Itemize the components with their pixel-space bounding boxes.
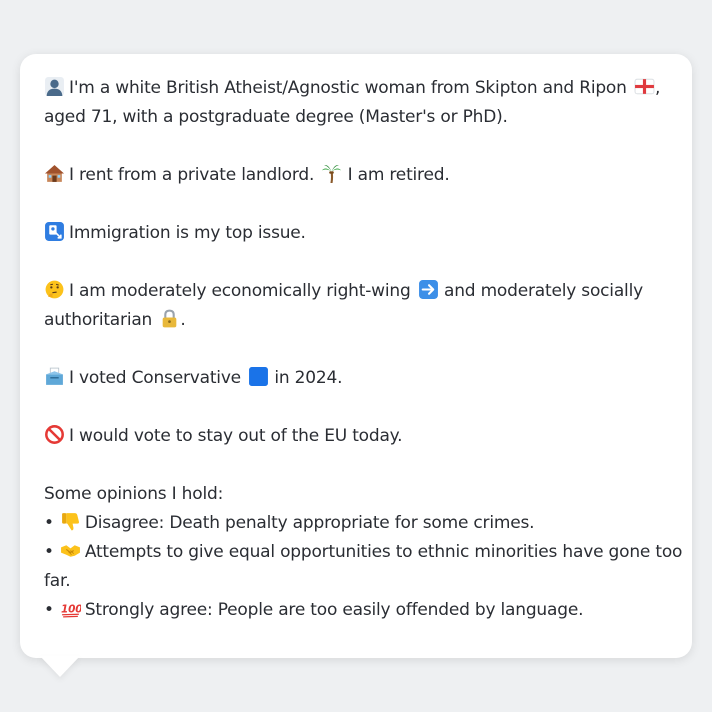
vote-text: I voted Conservative: [69, 368, 241, 388]
palm-tree-icon: [321, 163, 342, 184]
vote-paragraph: I voted Conservative in 2024.: [44, 364, 668, 393]
ideology-economic-text: I am moderately economically right-wing: [69, 281, 411, 301]
intro-line-2: aged 71, with a postgraduate degree (Mas…: [44, 107, 508, 127]
intro-line-1: I'm a white British Atheist/Agnostic wom…: [69, 78, 627, 98]
ballot-box-icon: [44, 366, 65, 387]
opinion-item: • Disagree: Death penalty appropriate fo…: [44, 509, 668, 538]
prohibited-icon: [44, 424, 65, 445]
opinions-section: Some opinions I hold: • Disagree: Death …: [44, 480, 682, 625]
ideology-social-text: and moderately socially: [443, 281, 643, 301]
intro-comma: ,: [654, 78, 661, 98]
passport-control-icon: [44, 221, 65, 242]
bubble-tail: [40, 656, 80, 677]
profile-message-bubble: I'm a white British Atheist/Agnostic wom…: [20, 54, 692, 658]
opinion-item: • Attempts to give equal opportunities t…: [44, 538, 682, 596]
opinion-text: Attempts to give equal opportunities to …: [84, 542, 683, 562]
housing-paragraph: I rent from a private landlord. I am ret…: [44, 161, 668, 190]
thinking-face-icon: [44, 279, 65, 300]
vote-year-text: in 2024.: [274, 368, 343, 388]
ideology-paragraph: I am moderately economically right-wing …: [44, 277, 668, 335]
hundred-points-icon: 100: [60, 598, 81, 619]
eu-text: I would vote to stay out of the EU today…: [69, 426, 403, 446]
thumbs-down-icon: [60, 511, 81, 532]
top-issue-paragraph: Immigration is my top issue.: [44, 219, 668, 248]
opinion-text-continued: far.: [44, 571, 71, 591]
bullet: •: [44, 600, 54, 620]
bullet: •: [44, 542, 54, 562]
intro-paragraph: I'm a white British Atheist/Agnostic wom…: [44, 74, 668, 132]
ideology-period: .: [180, 310, 186, 330]
blue-square-icon: [248, 366, 269, 387]
opinion-item: • 100 Strongly agree: People are too eas…: [44, 596, 668, 625]
ideology-authoritarian-text: authoritarian: [44, 310, 153, 330]
top-issue-text: Immigration is my top issue.: [69, 223, 306, 243]
handshake-icon: [60, 540, 81, 561]
bullet: •: [44, 513, 54, 533]
england-flag-icon: [634, 76, 655, 97]
right-arrow-icon: [418, 279, 439, 300]
housing-text: I rent from a private landlord.: [69, 165, 315, 185]
lock-icon: [159, 308, 180, 329]
eu-paragraph: I would vote to stay out of the EU today…: [44, 422, 668, 451]
house-icon: [44, 163, 65, 184]
opinions-heading: Some opinions I hold:: [44, 484, 224, 504]
opinion-text: Disagree: Death penalty appropriate for …: [84, 513, 535, 533]
opinions-list: • Disagree: Death penalty appropriate fo…: [44, 509, 682, 625]
person-silhouette-icon: [44, 76, 65, 97]
work-text: I am retired.: [347, 165, 450, 185]
opinion-text: Strongly agree: People are too easily of…: [84, 600, 584, 620]
